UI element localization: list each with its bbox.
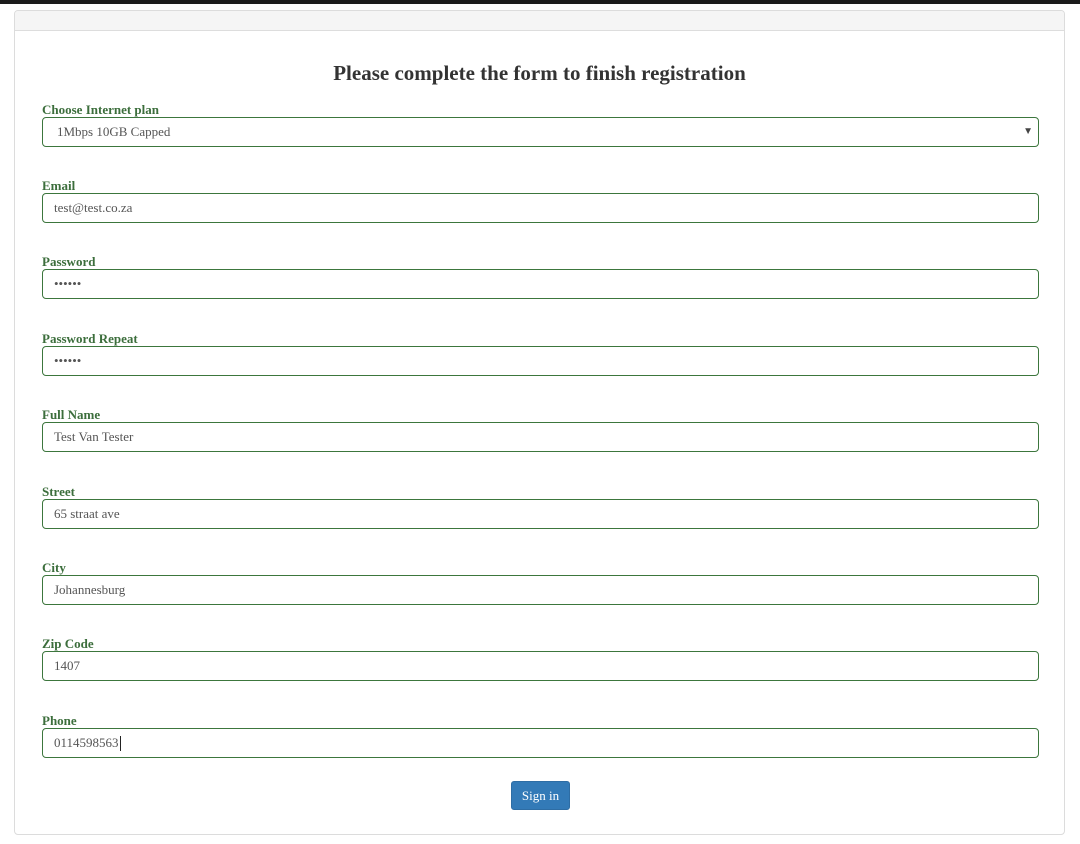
plan-select-value: 1Mbps 10GB Capped [57, 124, 171, 139]
full-name-field-value: Test Van Tester [54, 429, 134, 444]
sign-in-button[interactable]: Sign in [511, 781, 570, 810]
password-field-value: •••••• [54, 276, 82, 291]
email-field[interactable]: test@test.co.za [42, 193, 1039, 223]
email-field-value: test@test.co.za [54, 200, 133, 215]
chevron-down-icon: ▼ [1023, 126, 1033, 137]
registration-panel: Please complete the form to finish regis… [14, 10, 1065, 835]
password-field[interactable]: •••••• [42, 269, 1039, 299]
city-field-value: Johannesburg [54, 582, 126, 597]
email-label: Email [42, 178, 76, 193]
phone-label: Phone [42, 713, 77, 728]
street-label: Street [42, 484, 75, 499]
street-field-value: 65 straat ave [54, 506, 120, 521]
plan-select[interactable]: 1Mbps 10GB Capped ▼ [42, 117, 1039, 147]
plan-label: Choose Internet plan [42, 102, 160, 117]
phone-field-value: 0114598563 [54, 735, 119, 750]
panel-heading [15, 11, 1064, 31]
password-repeat-label: Password Repeat [42, 331, 138, 346]
full-name-label: Full Name [42, 407, 101, 422]
page-title: Please complete the form to finish regis… [333, 61, 746, 85]
window-top-bar [0, 0, 1080, 4]
password-repeat-field-value: •••••• [54, 353, 82, 368]
street-field[interactable]: 65 straat ave [42, 499, 1039, 529]
full-name-field[interactable]: Test Van Tester [42, 422, 1039, 452]
city-label: City [42, 560, 66, 575]
zip-code-label: Zip Code [42, 636, 94, 651]
phone-field[interactable]: 0114598563 [42, 728, 1039, 758]
password-repeat-field[interactable]: •••••• [42, 346, 1039, 376]
zip-code-field[interactable]: 1407 [42, 651, 1039, 681]
city-field[interactable]: Johannesburg [42, 575, 1039, 605]
zip-code-field-value: 1407 [54, 658, 80, 673]
text-cursor [119, 735, 121, 751]
password-label: Password [42, 254, 96, 269]
